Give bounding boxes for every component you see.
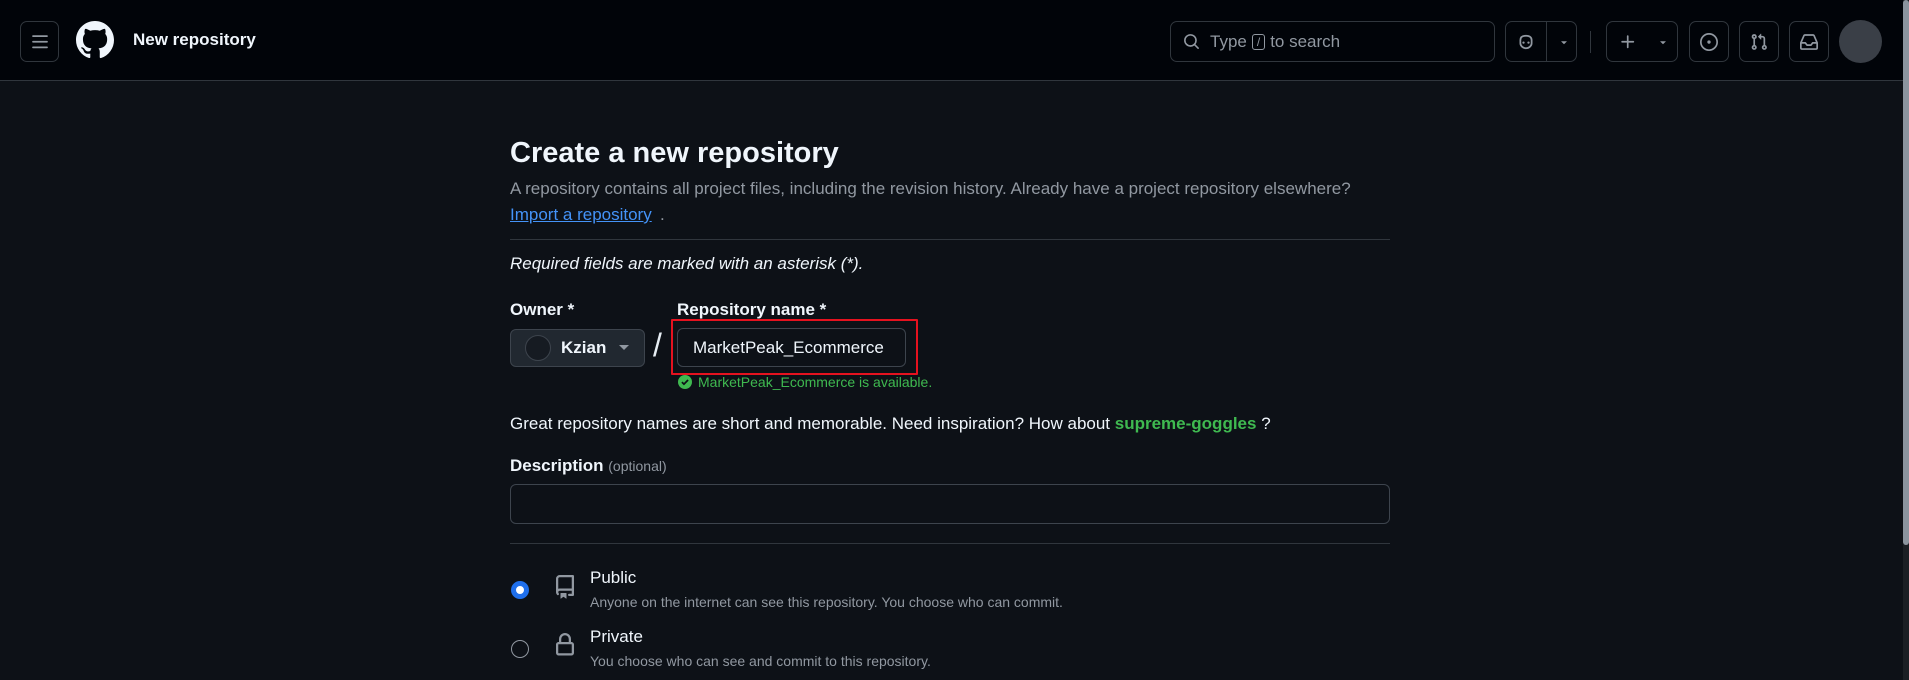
issues-icon bbox=[1700, 32, 1718, 51]
copilot-divider bbox=[1546, 22, 1547, 61]
plus-icon bbox=[1621, 34, 1635, 48]
copilot-icon bbox=[1519, 34, 1533, 49]
pull-requests-icon bbox=[1751, 33, 1767, 50]
search-input[interactable]: Type / to search bbox=[1170, 21, 1495, 62]
public-label: Public bbox=[590, 568, 637, 587]
private-radio[interactable] bbox=[511, 640, 529, 658]
hamburger-menu-icon bbox=[31, 34, 48, 48]
search-icon bbox=[1184, 34, 1199, 49]
description-label-text: Description bbox=[510, 456, 604, 475]
owner-label: Owner * bbox=[510, 300, 575, 319]
suggestion-prefix: Great repository names are short and mem… bbox=[510, 414, 1111, 433]
public-description: Anyone on the internet can see this repo… bbox=[590, 594, 1063, 610]
issues-button[interactable] bbox=[1689, 21, 1729, 62]
inbox-button[interactable] bbox=[1789, 21, 1829, 62]
description-input[interactable] bbox=[510, 484, 1390, 524]
scrollbar-thumb[interactable] bbox=[1903, 0, 1909, 545]
menu-button[interactable] bbox=[20, 21, 59, 62]
chevron-down-icon bbox=[1660, 41, 1666, 45]
name-suggestion: Great repository names are short and mem… bbox=[510, 414, 1271, 434]
create-new-button[interactable] bbox=[1606, 21, 1678, 62]
public-radio[interactable] bbox=[511, 581, 529, 599]
import-suffix: . bbox=[660, 205, 665, 224]
header-divider bbox=[1590, 31, 1591, 53]
page-heading: Create a new repository bbox=[510, 137, 839, 169]
required-note: Required fields are marked with an aster… bbox=[510, 254, 864, 273]
owner-repo-separator: / bbox=[653, 327, 662, 363]
availability-message: MarketPeak_Ecommerce is available. bbox=[678, 374, 932, 390]
lock-icon bbox=[556, 633, 574, 656]
copilot-button[interactable] bbox=[1505, 21, 1577, 62]
suggested-name-link[interactable]: supreme-goggles bbox=[1115, 414, 1257, 433]
check-circle-icon bbox=[678, 375, 692, 389]
repo-name-label: Repository name * bbox=[677, 300, 827, 319]
search-suffix: to search bbox=[1270, 31, 1341, 51]
inbox-icon bbox=[1800, 33, 1818, 50]
search-shortcut-key: / bbox=[1251, 33, 1266, 50]
github-logo-icon[interactable] bbox=[76, 21, 114, 59]
search-prefix: Type bbox=[1210, 31, 1247, 51]
divider bbox=[510, 543, 1390, 544]
caret-down-icon bbox=[619, 345, 629, 350]
owner-value: Kzian bbox=[561, 338, 607, 357]
description-label: Description (optional) bbox=[510, 456, 667, 476]
intro-text: A repository contains all project files,… bbox=[510, 179, 1351, 198]
repo-name-input[interactable] bbox=[677, 328, 906, 367]
repo-icon bbox=[556, 575, 574, 599]
avatar[interactable] bbox=[1839, 20, 1882, 63]
import-repository-link[interactable]: Import a repository bbox=[510, 205, 652, 225]
optional-hint: (optional) bbox=[608, 458, 667, 474]
owner-avatar bbox=[525, 335, 551, 361]
divider bbox=[510, 239, 1390, 240]
private-label: Private bbox=[590, 627, 643, 646]
pull-requests-button[interactable] bbox=[1739, 21, 1779, 62]
suggestion-suffix: ? bbox=[1261, 414, 1271, 433]
page-title: New repository bbox=[133, 30, 256, 49]
owner-select[interactable]: Kzian bbox=[510, 329, 645, 367]
chevron-down-icon[interactable] bbox=[1558, 36, 1570, 48]
availability-text: MarketPeak_Ecommerce is available. bbox=[698, 374, 933, 390]
top-header: New repository Type / to search bbox=[0, 0, 1903, 81]
private-description: You choose who can see and commit to thi… bbox=[590, 653, 931, 669]
